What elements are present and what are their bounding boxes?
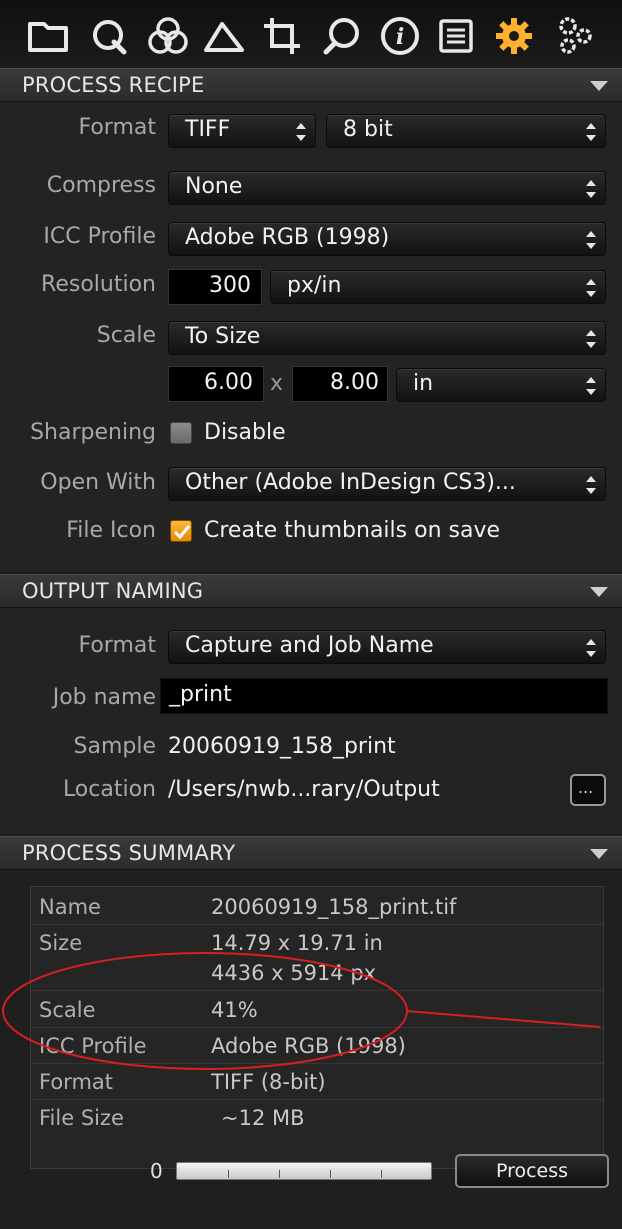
table-row: File Size ~12 MB — [39, 1106, 305, 1130]
open-with-select[interactable]: Other (Adobe InDesign CS3)... — [168, 467, 606, 501]
progress-tick — [381, 1170, 382, 1178]
sharpening-checkbox[interactable] — [170, 422, 192, 444]
open-with-label: Open With — [40, 470, 156, 495]
file-icon-text: Create thumbnails on save — [204, 518, 501, 543]
section-title: OUTPUT NAMING — [22, 579, 204, 603]
process-button[interactable]: Process — [455, 1154, 609, 1188]
output-gear-icon[interactable] — [490, 12, 538, 60]
select-arrows-icon — [585, 328, 597, 350]
browse-location-button[interactable]: ... — [570, 774, 606, 806]
progress-tick — [279, 1170, 280, 1178]
scale-select[interactable]: To Size — [168, 321, 606, 355]
process-summary-header[interactable]: PROCESS SUMMARY — [0, 836, 622, 870]
job-name-input[interactable]: _print — [160, 678, 608, 714]
bit-depth-select[interactable]: 8 bit — [326, 114, 606, 148]
naming-format-label: Format — [78, 633, 156, 658]
crop-icon[interactable] — [258, 12, 306, 60]
settings-icon[interactable] — [552, 12, 600, 60]
progress-tick — [330, 1170, 331, 1178]
height-input[interactable]: 8.00 — [292, 366, 388, 402]
select-arrows-icon — [585, 178, 597, 200]
job-name-label: Job name — [52, 685, 156, 710]
select-arrows-icon — [585, 121, 597, 143]
sample-value: 20060919_158_print — [168, 734, 396, 759]
progress-bar — [176, 1162, 432, 1180]
file-icon-checkbox[interactable] — [170, 520, 192, 542]
progress-tick — [228, 1170, 229, 1178]
tool-tab-bar: i — [0, 0, 622, 68]
output-naming-header[interactable]: OUTPUT NAMING — [0, 574, 622, 608]
process-recipe-header[interactable]: PROCESS RECIPE — [0, 68, 622, 102]
resolution-label: Resolution — [41, 272, 156, 297]
select-arrows-icon — [585, 229, 597, 251]
batch-icon[interactable] — [432, 12, 480, 60]
quick-icon[interactable] — [86, 12, 134, 60]
folder-icon[interactable] — [24, 12, 72, 60]
icc-profile-select[interactable]: Adobe RGB (1998) — [168, 222, 606, 256]
metadata-icon[interactable]: i — [376, 12, 424, 60]
sharpening-label: Sharpening — [30, 420, 156, 445]
select-arrows-icon — [585, 637, 597, 659]
width-input[interactable]: 6.00 — [168, 366, 264, 402]
compress-select[interactable]: None — [168, 171, 606, 205]
collapse-triangle-icon[interactable] — [590, 81, 608, 91]
table-row: Name 20060919_158_print.tif — [31, 887, 603, 925]
compress-label: Compress — [46, 173, 156, 198]
sharpening-text: Disable — [204, 420, 286, 445]
collapse-triangle-icon[interactable] — [590, 587, 608, 597]
sample-label: Sample — [73, 734, 157, 759]
select-arrows-icon — [585, 277, 597, 299]
location-label: Location — [62, 777, 156, 802]
section-title: PROCESS SUMMARY — [22, 841, 236, 865]
scale-label: Scale — [96, 323, 156, 348]
table-row: Format TIFF (8-bit) — [31, 1064, 603, 1100]
resolution-unit-select[interactable]: px/in — [270, 270, 606, 304]
table-row: Size 14.79 x 19.71 in 4436 x 5914 px — [31, 925, 603, 991]
checkmark-icon — [173, 525, 191, 540]
select-arrows-icon — [585, 375, 597, 397]
select-arrows-icon — [295, 121, 307, 143]
color-icon[interactable] — [144, 12, 192, 60]
queue-count: 0 — [150, 1159, 163, 1183]
icc-profile-label: ICC Profile — [43, 224, 156, 249]
collapse-triangle-icon[interactable] — [590, 849, 608, 859]
resolution-input[interactable]: 300 — [168, 269, 262, 305]
naming-format-select[interactable]: Capture and Job Name — [168, 630, 606, 664]
format-select[interactable]: TIFF — [168, 114, 316, 148]
section-title: PROCESS RECIPE — [22, 73, 205, 97]
location-value: /Users/nwb...rary/Output — [168, 777, 440, 802]
summary-table: Name 20060919_158_print.tif Size 14.79 x… — [30, 886, 604, 1169]
select-arrows-icon — [585, 474, 597, 496]
focus-icon[interactable] — [318, 12, 366, 60]
format-label: Format — [78, 115, 156, 140]
table-row: ICC Profile Adobe RGB (1998) — [31, 1028, 603, 1064]
size-unit-select[interactable]: in — [396, 368, 606, 402]
file-icon-label: File Icon — [66, 518, 156, 543]
table-row: Scale 41% — [31, 991, 603, 1028]
times-sign: x — [270, 371, 284, 396]
exposure-icon[interactable] — [200, 12, 248, 60]
svg-text:i: i — [396, 24, 404, 50]
